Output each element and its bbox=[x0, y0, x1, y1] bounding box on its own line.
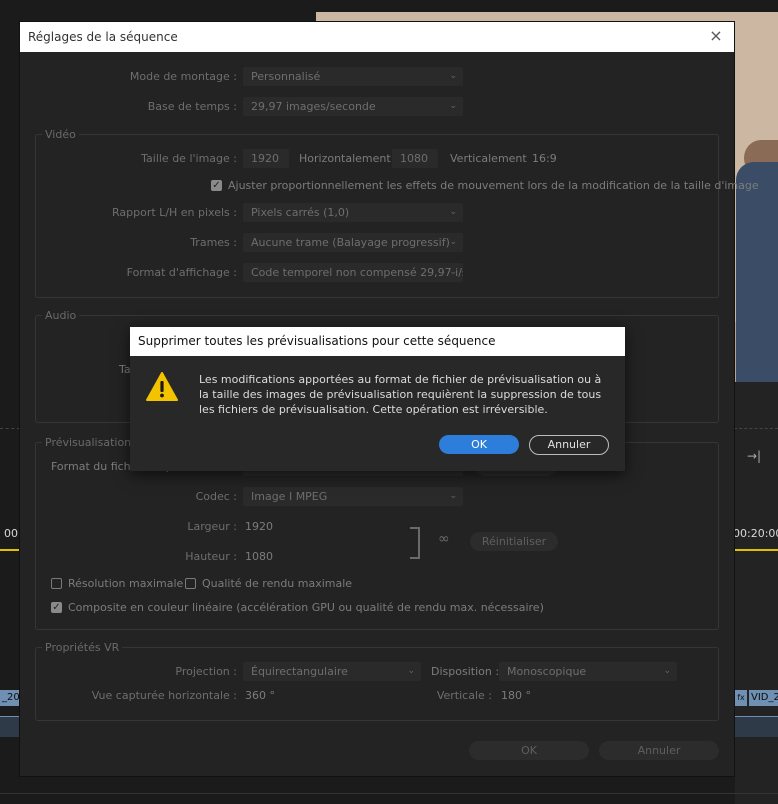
chevron-down-icon: ⌄ bbox=[663, 666, 671, 676]
timeline-ruler-left bbox=[0, 418, 20, 429]
warning-icon bbox=[146, 372, 178, 401]
codec-select[interactable]: Image I MPEG ⌄ bbox=[243, 487, 463, 506]
projection-select[interactable]: Équirectangulaire ⌄ bbox=[243, 662, 421, 681]
audio-legend: Audio bbox=[42, 309, 80, 322]
linear-color-label: Composite en couleur linéaire (accélérat… bbox=[68, 601, 544, 614]
work-area-bar-left bbox=[0, 549, 20, 551]
timebase-value: 29,97 images/seconde bbox=[251, 100, 376, 113]
audio-track-right bbox=[734, 716, 778, 737]
reset-button[interactable]: Réinitialiser bbox=[470, 532, 558, 551]
projection-label: Projection : bbox=[175, 665, 237, 678]
close-icon[interactable]: × bbox=[708, 28, 724, 44]
display-format-select[interactable]: Code temporel non compensé 29,97 i/s ⌄ bbox=[243, 263, 463, 282]
preview-height-label: Hauteur : bbox=[185, 550, 237, 563]
delete-previews-alert: Supprimer toutes les prévisualisations p… bbox=[130, 327, 625, 471]
chevron-down-icon: ⌄ bbox=[449, 207, 457, 217]
dialog-cancel-button[interactable]: Annuler bbox=[599, 741, 719, 760]
max-quality-label: Qualité de rendu maximale bbox=[202, 577, 353, 590]
bottom-divider bbox=[0, 793, 778, 794]
frame-height-input[interactable]: 1080 bbox=[392, 149, 438, 168]
vertical-label: Verticalement bbox=[450, 152, 527, 165]
clip-fx-badge: fx bbox=[735, 690, 747, 706]
video-legend: Vidéo bbox=[42, 128, 79, 141]
chevron-down-icon: ⌄ bbox=[449, 101, 457, 111]
captured-vertical-value[interactable]: 180 ° bbox=[501, 689, 531, 702]
alert-ok-button[interactable]: OK bbox=[439, 435, 519, 454]
go-to-out-icon[interactable]: →| bbox=[747, 449, 761, 463]
dialog-title: Réglages de la séquence bbox=[28, 30, 178, 44]
vr-legend: Propriétés VR bbox=[42, 641, 123, 654]
captured-vertical-label: Verticale : bbox=[436, 689, 492, 702]
pixel-aspect-select[interactable]: Pixels carrés (1,0) ⌄ bbox=[243, 203, 463, 222]
link-chain-icon[interactable]: ∞ bbox=[438, 531, 450, 547]
captured-horizontal-value[interactable]: 360 ° bbox=[245, 689, 275, 702]
fields-label: Trames : bbox=[190, 236, 237, 249]
editing-mode-label: Mode de montage : bbox=[129, 70, 237, 83]
frame-size-label: Taille de l'image : bbox=[141, 152, 237, 165]
chevron-down-icon: ⌄ bbox=[407, 666, 415, 676]
dialog-titlebar: Réglages de la séquence × bbox=[20, 22, 734, 52]
captured-horizontal-label: Vue capturée horizontale : bbox=[91, 689, 237, 702]
linear-color-checkbox[interactable]: ✓ bbox=[51, 602, 62, 613]
layout-label: Disposition : bbox=[431, 665, 500, 678]
preview-person bbox=[736, 162, 778, 382]
timeline-right-panel bbox=[735, 382, 778, 804]
max-quality-checkbox[interactable] bbox=[185, 578, 196, 589]
vr-group bbox=[35, 647, 719, 721]
work-area-bar-right bbox=[734, 549, 778, 551]
alert-title: Supprimer toutes les prévisualisations p… bbox=[138, 334, 496, 348]
timebase-label: Base de temps : bbox=[147, 100, 237, 113]
dialog-ok-button[interactable]: OK bbox=[469, 741, 589, 760]
chevron-down-icon: ⌄ bbox=[449, 267, 457, 277]
editing-mode-value: Personnalisé bbox=[251, 70, 321, 83]
display-format-label: Format d'affichage : bbox=[126, 266, 237, 279]
preview-height-value[interactable]: 1080 bbox=[245, 550, 273, 563]
editing-mode-select[interactable]: Personnalisé ⌄ bbox=[243, 67, 463, 86]
timebase-select[interactable]: 29,97 images/seconde ⌄ bbox=[243, 97, 463, 116]
chevron-down-icon: ⌄ bbox=[449, 237, 457, 247]
layout-select[interactable]: Monoscopique ⌄ bbox=[499, 662, 677, 681]
frame-width-input[interactable]: 1920 bbox=[243, 149, 289, 168]
layout-value: Monoscopique bbox=[507, 665, 587, 678]
fields-value: Aucune trame (Balayage progressif) bbox=[251, 236, 450, 249]
scale-effects-label: Ajuster proportionnellement les effets d… bbox=[228, 179, 759, 192]
timecode-right: 00:20:00 bbox=[733, 527, 778, 540]
pixel-aspect-label: Rapport L/H en pixels : bbox=[112, 206, 237, 219]
alert-titlebar: Supprimer toutes les prévisualisations p… bbox=[130, 327, 625, 356]
horizontal-label: Horizontalement bbox=[299, 152, 391, 165]
display-format-value: Code temporel non compensé 29,97 i/s bbox=[251, 266, 463, 279]
fields-select[interactable]: Aucune trame (Balayage progressif) ⌄ bbox=[243, 233, 463, 252]
preview-width-label: Largeur : bbox=[187, 520, 237, 533]
alert-message: Les modifications apportées au format de… bbox=[199, 373, 602, 416]
audio-track-left bbox=[0, 716, 20, 737]
pixel-aspect-value: Pixels carrés (1,0) bbox=[251, 206, 350, 219]
projection-value: Équirectangulaire bbox=[251, 665, 348, 678]
aspect-ratio-text: 16:9 bbox=[532, 152, 557, 165]
max-resolution-label: Résolution maximale bbox=[68, 577, 184, 590]
link-bracket bbox=[410, 527, 420, 559]
previews-legend: Prévisualisations bbox=[42, 436, 140, 449]
clip-left[interactable]: _201 bbox=[0, 690, 20, 706]
codec-value: Image I MPEG bbox=[251, 490, 328, 503]
audio-rate-label: Ta bbox=[119, 363, 131, 376]
chevron-down-icon: ⌄ bbox=[449, 491, 457, 501]
codec-label: Codec : bbox=[195, 490, 237, 503]
preview-width-value[interactable]: 1920 bbox=[245, 520, 273, 533]
timeline-ruler-right bbox=[734, 418, 778, 429]
max-resolution-checkbox[interactable] bbox=[51, 578, 62, 589]
chevron-down-icon: ⌄ bbox=[449, 71, 457, 81]
clip-right[interactable]: VID_20 bbox=[749, 690, 778, 706]
alert-cancel-button[interactable]: Annuler bbox=[529, 435, 609, 455]
scale-effects-checkbox[interactable]: ✓ bbox=[211, 180, 222, 191]
